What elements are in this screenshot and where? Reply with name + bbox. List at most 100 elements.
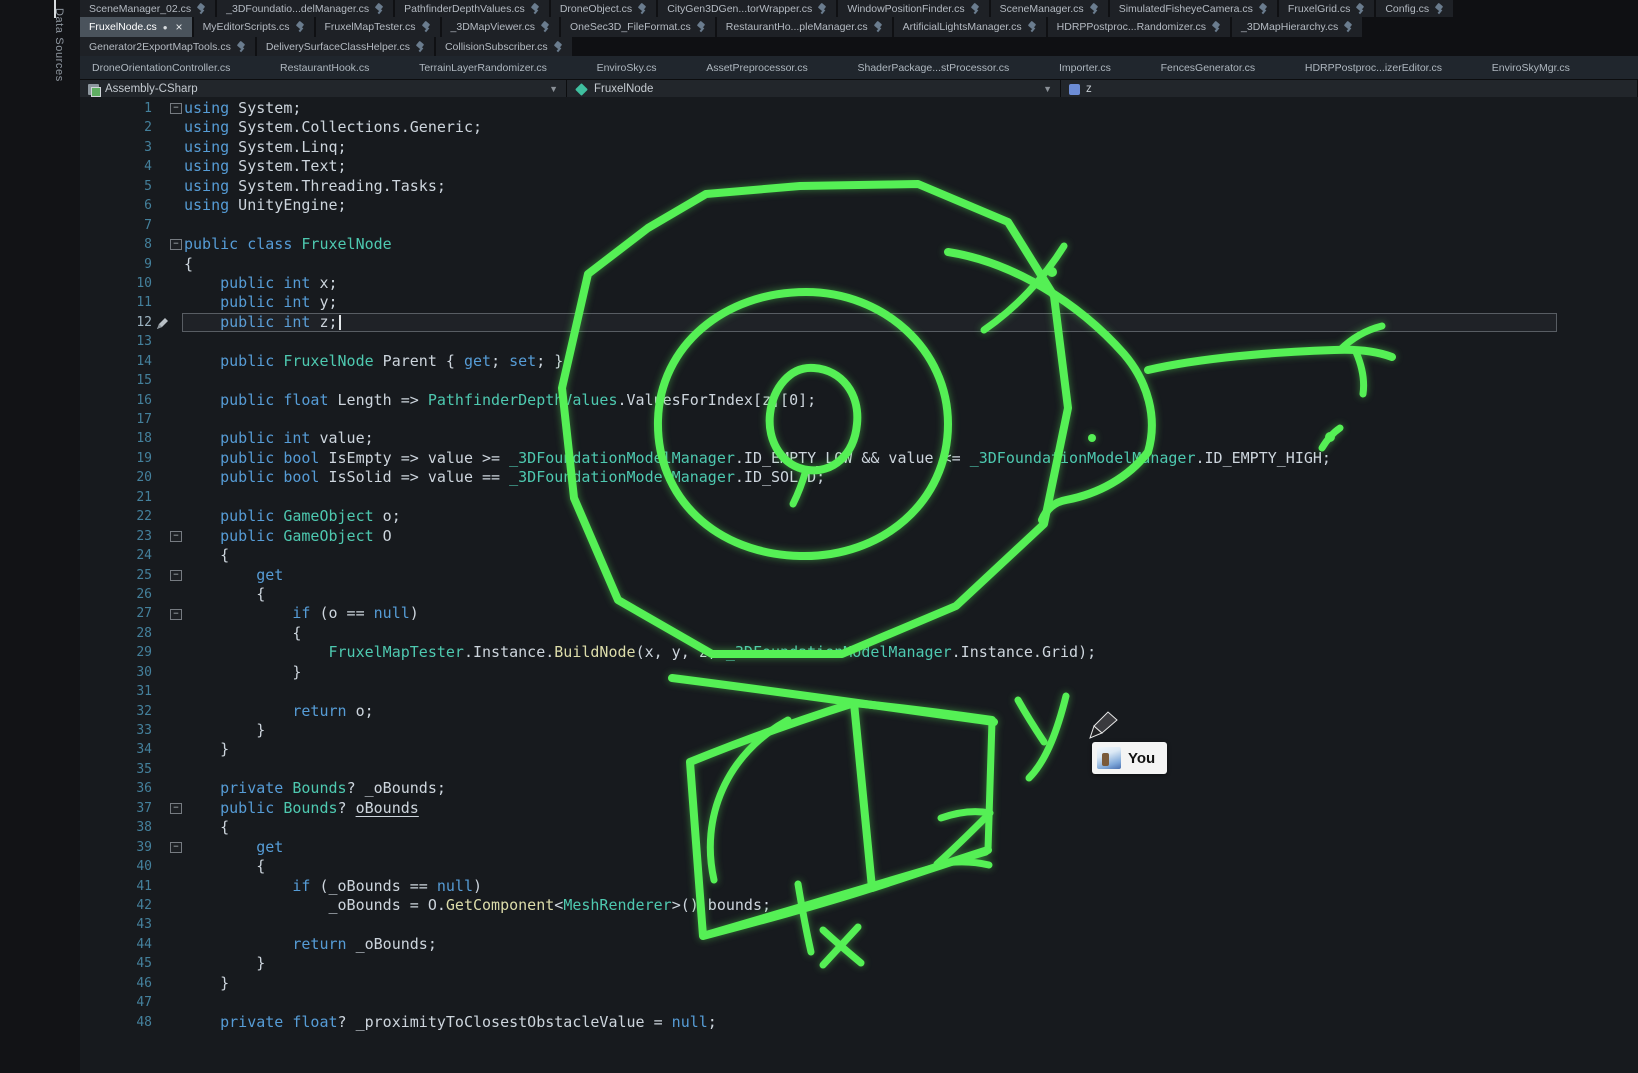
code-text: public Bounds? oBounds <box>184 799 419 818</box>
pin-icon[interactable] <box>1090 3 1099 15</box>
line-number: 21 <box>80 488 158 507</box>
line-number: 44 <box>80 935 158 954</box>
tab--3dmapviewer-cs[interactable]: _3DMapViewer.cs <box>442 17 559 37</box>
code-text: } <box>184 721 265 740</box>
tab--3dmaphierarchy-cs[interactable]: _3DMapHierarchy.cs <box>1232 17 1362 37</box>
pin-icon[interactable] <box>237 41 246 53</box>
pin-icon[interactable] <box>1212 21 1221 33</box>
tab-scenemanager-02-cs[interactable]: SceneManager_02.cs <box>80 0 215 17</box>
tab-enviroskymgr-cs[interactable]: EnviroSkyMgr.cs <box>1484 60 1578 76</box>
pin-icon[interactable] <box>422 21 431 33</box>
code-line-24: 24 { <box>80 546 1638 565</box>
code-text: { <box>184 255 193 274</box>
line-number: 45 <box>80 954 158 973</box>
code-line-8: 8−public class FruxelNode <box>80 235 1638 254</box>
fold-collapse-icon[interactable]: − <box>170 609 182 620</box>
tab-label: FruxelNode.cs <box>89 21 157 33</box>
fold-gutter <box>170 492 182 503</box>
line-number: 17 <box>80 410 158 429</box>
code-line-43: 43 <box>80 915 1638 934</box>
tab-deliverysurfaceclasshelper-cs[interactable]: DeliverySurfaceClassHelper.cs <box>257 37 434 56</box>
pin-icon[interactable] <box>697 21 706 33</box>
code-editor[interactable]: 1−using System;2using System.Collections… <box>80 97 1638 1073</box>
tab-droneobject-cs[interactable]: DroneObject.cs <box>551 0 656 17</box>
pin-icon[interactable] <box>554 41 563 53</box>
pin-icon[interactable] <box>971 3 980 15</box>
pin-icon[interactable] <box>541 21 550 33</box>
project-dropdown[interactable]: Assembly-CSharp ▼ <box>80 80 567 98</box>
tab-artificiallightsmanager-cs[interactable]: ArtificialLightsManager.cs <box>894 17 1046 37</box>
tab-label: DroneObject.cs <box>560 3 632 15</box>
pin-icon[interactable] <box>1356 3 1365 15</box>
tab-simulatedfisheyecamera-cs[interactable]: SimulatedFisheyeCamera.cs <box>1110 0 1277 17</box>
navigation-bar: Assembly-CSharp ▼ FruxelNode ▼ z <box>80 79 1638 98</box>
fold-gutter <box>170 822 182 833</box>
pin-icon[interactable] <box>1344 21 1353 33</box>
tab-config-cs[interactable]: Config.cs <box>1376 0 1453 17</box>
pin-icon[interactable] <box>416 41 425 53</box>
tab-label: SceneManager_02.cs <box>89 3 191 15</box>
tab-importer-cs[interactable]: Importer.cs <box>1051 60 1119 76</box>
tab-fencesgenerator-cs[interactable]: FencesGenerator.cs <box>1153 60 1264 76</box>
pin-icon[interactable] <box>818 3 827 15</box>
pin-icon[interactable] <box>1435 3 1444 15</box>
data-sources-tab[interactable]: Data Sources <box>53 8 65 82</box>
fold-collapse-icon[interactable]: − <box>170 842 182 853</box>
tab-generator2exportmaptools-cs[interactable]: Generator2ExportMapTools.cs <box>80 37 255 56</box>
pin-icon[interactable] <box>531 3 540 15</box>
tab-restaurantho-plemanager-cs[interactable]: RestaurantHo...pleManager.cs <box>717 17 892 37</box>
pin-icon[interactable] <box>197 3 206 15</box>
type-dropdown[interactable]: FruxelNode ▼ <box>567 80 1061 98</box>
fold-collapse-icon[interactable]: − <box>170 570 182 581</box>
member-dropdown[interactable]: z <box>1061 80 1638 98</box>
tab-citygen3dgen-torwrapper-cs[interactable]: CityGen3DGen...torWrapper.cs <box>658 0 836 17</box>
tab-scenemanager-cs[interactable]: SceneManager.cs <box>991 0 1108 17</box>
tab-label: FencesGenerator.cs <box>1161 62 1256 74</box>
tab-myeditorscripts-cs[interactable]: MyEditorScripts.cs <box>194 17 314 37</box>
close-icon[interactable]: × <box>176 20 183 34</box>
pin-icon[interactable] <box>375 3 384 15</box>
pin-icon[interactable] <box>874 21 883 33</box>
code-text: public int z; <box>184 313 341 332</box>
tab-envirosky-cs[interactable]: EnviroSky.cs <box>589 60 665 76</box>
fold-collapse-icon[interactable]: − <box>170 531 182 542</box>
tab-fruxelgrid-cs[interactable]: FruxelGrid.cs <box>1279 0 1374 17</box>
pin-icon[interactable] <box>1028 21 1037 33</box>
tab-label: FruxelGrid.cs <box>1288 3 1350 15</box>
fold-gutter <box>170 764 182 775</box>
tab-hdrppostproc-izereditor-cs[interactable]: HDRPPostproc...izerEditor.cs <box>1297 60 1450 76</box>
pin-icon[interactable] <box>1259 3 1268 15</box>
fold-gutter <box>170 667 182 678</box>
tab-hdrppostproc-randomizer-cs[interactable]: HDRPPostproc...Randomizer.cs <box>1048 17 1230 37</box>
code-line-9: 9{ <box>80 255 1638 274</box>
fold-gutter <box>170 958 182 969</box>
tab-collisionsubscriber-cs[interactable]: CollisionSubscriber.cs <box>436 37 572 56</box>
tab-terrainlayerrandomizer-cs[interactable]: TerrainLayerRandomizer.cs <box>411 60 555 76</box>
tab-windowpositionfinder-cs[interactable]: WindowPositionFinder.cs <box>838 0 988 17</box>
pin-icon[interactable] <box>296 21 305 33</box>
code-line-14: 14 public FruxelNode Parent { get; set; … <box>80 352 1638 371</box>
tab-restauranthook-cs[interactable]: RestaurantHook.cs <box>272 60 377 76</box>
tab-label: _3DMapViewer.cs <box>451 21 535 33</box>
fold-collapse-icon[interactable]: − <box>170 239 182 250</box>
tab-assetpreprocessor-cs[interactable]: AssetPreprocessor.cs <box>698 60 816 76</box>
pin-icon[interactable] <box>638 3 647 15</box>
line-number: 5 <box>80 177 158 196</box>
fold-collapse-icon[interactable]: − <box>170 803 182 814</box>
tab-shaderpackage-stprocessor-cs[interactable]: ShaderPackage...stProcessor.cs <box>849 60 1017 76</box>
tab-onesec3d-fileformat-cs[interactable]: OneSec3D_FileFormat.cs <box>561 17 715 37</box>
line-number: 1 <box>80 99 158 118</box>
tab--3dfoundatio-delmanager-cs[interactable]: _3DFoundatio...delManager.cs <box>217 0 393 17</box>
fold-gutter <box>170 861 182 872</box>
fold-gutter <box>170 162 182 173</box>
tab-fruxelnode-cs[interactable]: FruxelNode.cs●× <box>80 17 192 37</box>
fold-collapse-icon[interactable]: − <box>170 103 182 114</box>
code-line-29: 29 FruxelMapTester.Instance.BuildNode(x,… <box>80 643 1638 662</box>
fold-gutter <box>170 550 182 561</box>
tab-droneorientationcontroller-cs[interactable]: DroneOrientationController.cs <box>84 60 238 76</box>
member-name: z <box>1086 83 1092 95</box>
code-line-47: 47 <box>80 993 1638 1012</box>
tab-pathfinderdepthvalues-cs[interactable]: PathfinderDepthValues.cs <box>395 0 549 17</box>
code-text: private float? _proximityToClosestObstac… <box>184 1013 717 1032</box>
tab-fruxelmaptester-cs[interactable]: FruxelMapTester.cs <box>316 17 440 37</box>
